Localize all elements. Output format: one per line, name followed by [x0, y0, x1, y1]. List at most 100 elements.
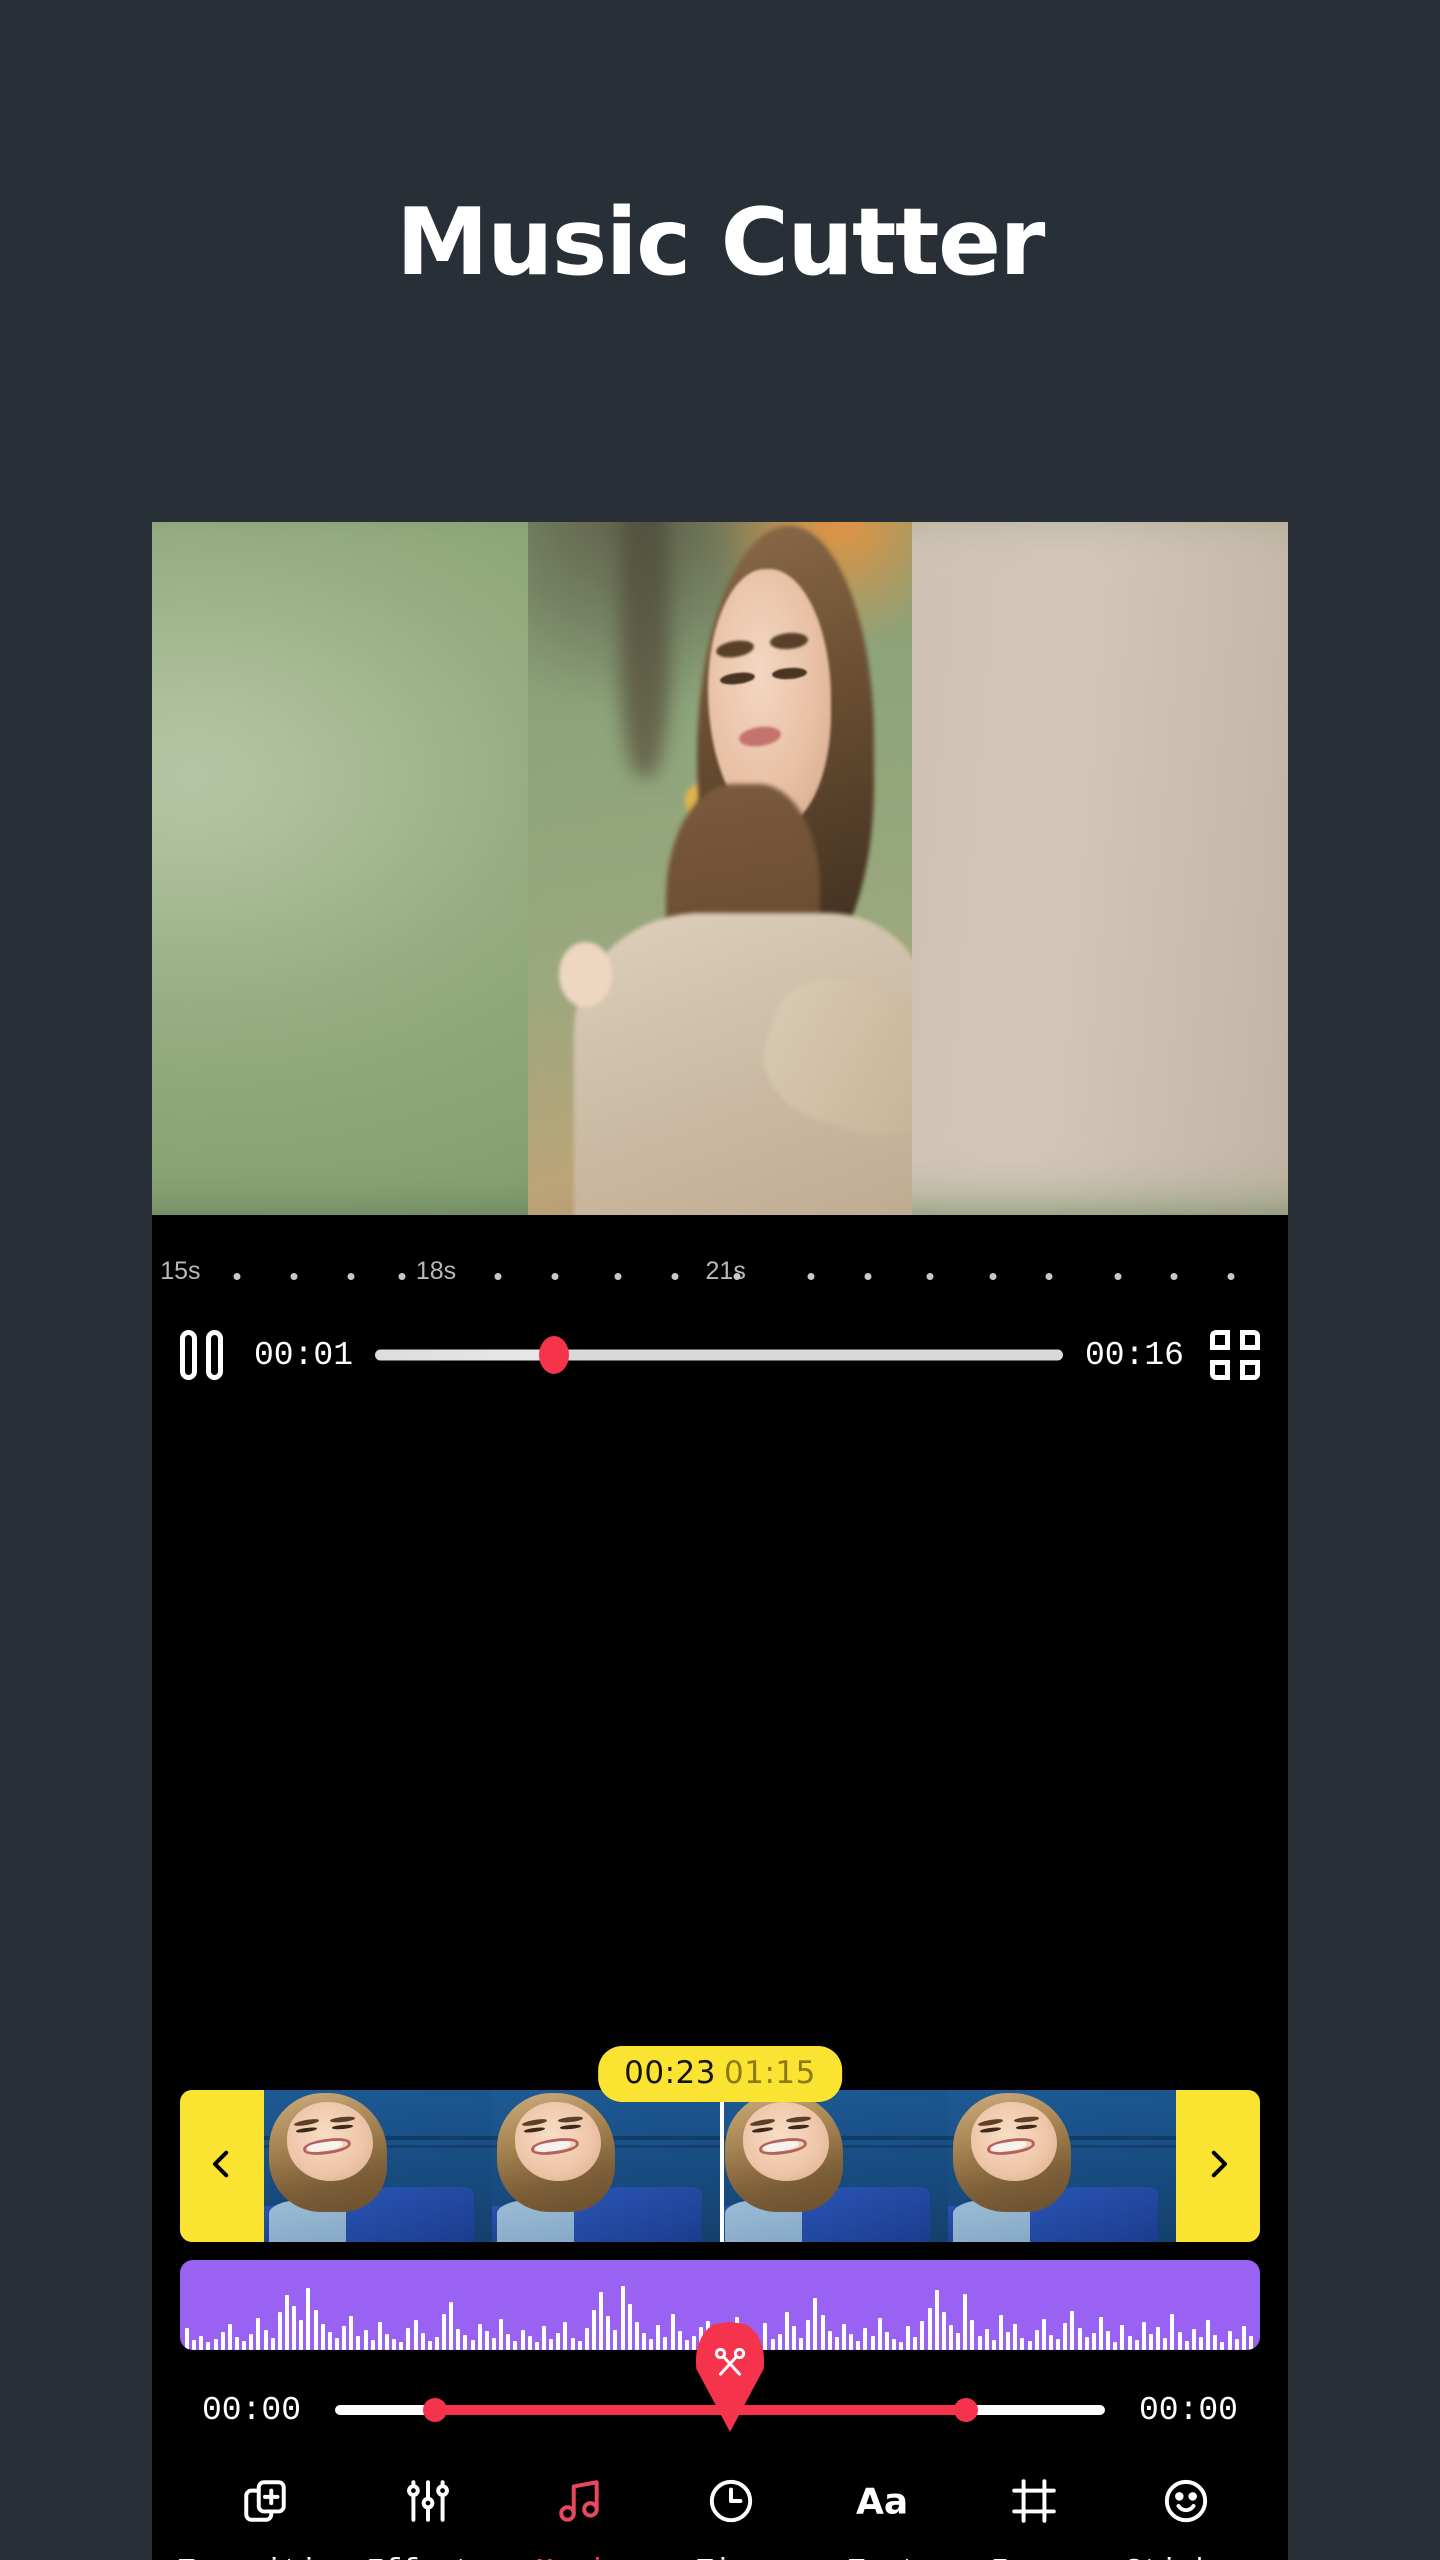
waveform-bar — [270, 2338, 275, 2350]
waveform-bar — [234, 2337, 239, 2350]
ruler-tick-dot — [989, 1273, 997, 1280]
ruler-tick-dot — [551, 1273, 559, 1280]
video-filmstrip[interactable] — [180, 2090, 1260, 2242]
badge-total-time: 01:15 — [724, 2055, 816, 2091]
waveform-bar — [834, 2337, 839, 2350]
waveform-bar — [584, 2328, 589, 2350]
toolbar-item-transition[interactable]: Transition — [178, 2472, 352, 2560]
ruler-tick-label: 15s — [160, 1257, 201, 1285]
waveform-bar — [492, 2338, 497, 2350]
ruler-tick-dot — [290, 1273, 298, 1280]
waveform-bar — [863, 2328, 868, 2350]
waveform-bar — [1041, 2319, 1046, 2350]
waveform-bar — [891, 2339, 896, 2350]
chevron-right-icon — [1201, 2141, 1235, 2192]
waveform-bar — [991, 2340, 996, 2350]
cut-marker-pin[interactable] — [696, 2322, 764, 2432]
toolbar-item-sticker[interactable]: Sticker — [1110, 2472, 1262, 2560]
waveform-bar — [1163, 2338, 1168, 2350]
current-time-label: 00:01 — [254, 1336, 354, 1374]
toolbar-item-frame[interactable]: Frame — [959, 2472, 1111, 2560]
waveform-bar — [556, 2333, 561, 2350]
total-time-label: 00:16 — [1084, 1336, 1184, 1374]
waveform-bar — [949, 2325, 954, 2350]
waveform-bar — [1084, 2337, 1089, 2350]
ruler-tick-dot — [347, 1273, 355, 1280]
waveform-bar — [534, 2342, 539, 2350]
waveform-bar — [791, 2326, 796, 2350]
waveform-bar — [434, 2337, 439, 2350]
screen-root: Music Cutter Video Maker — [0, 0, 1440, 2560]
ruler-tick-dot — [671, 1273, 679, 1280]
waveform-bar — [185, 2328, 189, 2350]
progress-thumb[interactable] — [538, 1336, 569, 1374]
waveform-bar — [613, 2330, 618, 2350]
waveform-bar — [1034, 2330, 1039, 2350]
fullscreen-icon[interactable] — [1210, 1330, 1260, 1380]
playback-progress-slider[interactable] — [375, 1333, 1063, 1377]
waveform-bar — [977, 2336, 982, 2350]
waveform-bar — [592, 2310, 597, 2350]
badge-current-time: 00:23 — [624, 2055, 716, 2091]
waveform-bar — [1099, 2317, 1103, 2350]
waveform-bar — [770, 2339, 775, 2350]
waveform-bar — [1241, 2326, 1246, 2350]
waveform-bar — [813, 2298, 818, 2350]
trim-knob-left[interactable] — [423, 2398, 448, 2422]
waveform-bar — [899, 2342, 904, 2350]
filmstrip-thumbnails — [264, 2090, 1176, 2242]
waveform-bar — [877, 2318, 882, 2350]
waveform-bar — [299, 2320, 304, 2350]
toolbar-item-text[interactable]: Aa Text — [807, 2472, 959, 2560]
toolbar-item-effects[interactable]: Effects — [352, 2472, 504, 2560]
waveform-bar — [649, 2339, 654, 2350]
waveform-bar — [456, 2329, 461, 2350]
waveform-bar — [292, 2306, 297, 2350]
waveform-bar — [427, 2341, 432, 2350]
waveform-bar — [1177, 2332, 1182, 2350]
waveform-bar — [320, 2324, 325, 2350]
waveform-bar — [520, 2330, 525, 2350]
trim-handle-right[interactable] — [1176, 2090, 1260, 2242]
waveform-bar — [506, 2334, 511, 2350]
video-preview[interactable] — [152, 522, 1288, 1215]
waveform-bar — [256, 2318, 261, 2350]
waveform-bar — [563, 2322, 568, 2350]
waveform-bar — [363, 2330, 368, 2350]
waveform-bar — [249, 2334, 254, 2350]
waveform-bar — [392, 2339, 397, 2350]
waveform-bar — [306, 2288, 311, 2350]
toolbar-item-label: Transition — [178, 2554, 352, 2560]
ruler-tick-dot — [1114, 1273, 1122, 1280]
waveform-bar — [406, 2328, 411, 2350]
waveform-bar — [920, 2321, 925, 2350]
waveform-bar — [470, 2340, 475, 2350]
ruler-tick-dot — [614, 1273, 622, 1280]
ruler-tick-dot — [1227, 1273, 1235, 1280]
trim-knob-right[interactable] — [954, 2398, 979, 2422]
waveform-bar — [1191, 2329, 1196, 2350]
waveform-bar — [1198, 2337, 1203, 2350]
waveform-bar — [263, 2330, 268, 2350]
waveform-bar — [220, 2332, 225, 2350]
waveform-bar — [570, 2338, 575, 2350]
toolbar-item-label: Music — [536, 2554, 623, 2560]
trim-handle-left[interactable] — [180, 2090, 264, 2242]
timeline-ruler[interactable]: 15s 18s 21s — [152, 1257, 1288, 1307]
waveform-bar — [413, 2320, 418, 2350]
waveform-bar — [213, 2339, 218, 2350]
toolbar-item-label: Frame — [991, 2554, 1078, 2560]
chevron-left-icon — [205, 2141, 239, 2192]
waveform-bar — [599, 2292, 604, 2350]
pause-icon[interactable] — [180, 1330, 226, 1380]
waveform-bar — [577, 2341, 582, 2350]
waveform-bar — [1049, 2335, 1054, 2350]
toolbar-item-time[interactable]: Time — [655, 2472, 807, 2560]
waveform-bar — [384, 2334, 389, 2350]
toolbar-item-music[interactable]: Music — [504, 2472, 656, 2560]
ruler-tick-label: 18s — [415, 1257, 457, 1285]
bottom-toolbar: Transition Effects Music Time Aa Text Frame Sti… — [152, 2472, 1288, 2560]
playhead[interactable] — [720, 2090, 724, 2242]
waveform-bar — [884, 2332, 889, 2350]
waveform-bar — [1141, 2322, 1146, 2350]
